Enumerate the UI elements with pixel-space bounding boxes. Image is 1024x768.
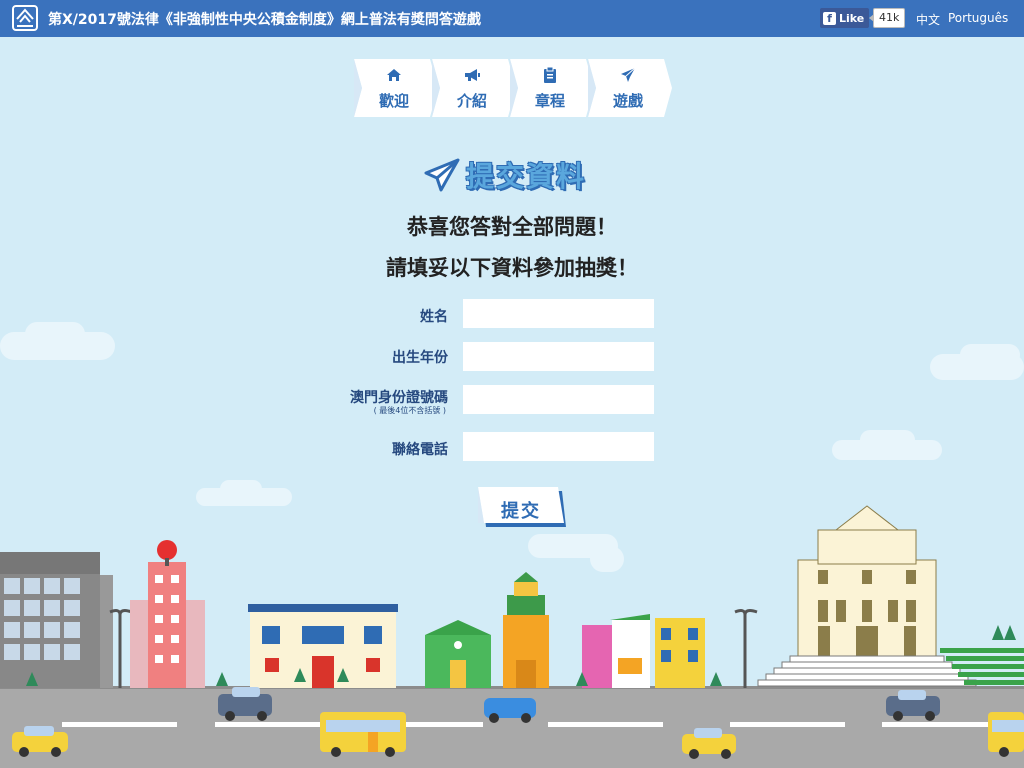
phone-label: 聯絡電話 bbox=[392, 442, 448, 458]
name-label: 姓名 bbox=[420, 309, 448, 325]
site-title: 第X/2017號法律《非強制性中央公積金制度》網上普法有獎問答遊戲 bbox=[48, 12, 481, 28]
cloud-decoration bbox=[930, 344, 1024, 380]
tab-game-label: 遊戲 bbox=[612, 92, 643, 110]
birth-year-label: 出生年份 bbox=[392, 350, 448, 366]
home-icon bbox=[387, 69, 401, 81]
main-nav: 歡迎 介紹 章程 遊戲 bbox=[354, 59, 672, 117]
name-input[interactable] bbox=[463, 299, 654, 328]
cloud-decoration bbox=[0, 322, 115, 360]
language-chinese-link[interactable]: 中文 bbox=[916, 11, 940, 28]
logo-icon[interactable] bbox=[12, 5, 38, 31]
tab-welcome[interactable]: 歡迎 bbox=[354, 59, 438, 117]
birth-year-input[interactable] bbox=[463, 342, 654, 371]
macau-id-input[interactable] bbox=[463, 385, 654, 414]
cityscape-illustration bbox=[0, 505, 1024, 768]
paper-plane-icon bbox=[424, 158, 460, 192]
tab-game[interactable]: 遊戲 bbox=[588, 59, 672, 117]
tab-intro-label: 介紹 bbox=[456, 92, 487, 110]
language-portuguese-link[interactable]: Português bbox=[948, 11, 1008, 25]
congrats-message: 恭喜您答對全部問題！ bbox=[407, 215, 617, 239]
form-title-row: 提交資料 bbox=[424, 155, 586, 195]
form-title: 提交資料 bbox=[466, 160, 587, 193]
cloud-decoration bbox=[832, 430, 942, 460]
phone-input[interactable] bbox=[463, 432, 654, 461]
header-bar: 第X/2017號法律《非強制性中央公積金制度》網上普法有獎問答遊戲 f Like… bbox=[0, 0, 1024, 37]
megaphone-icon bbox=[465, 69, 480, 81]
tab-welcome-label: 歡迎 bbox=[378, 92, 409, 110]
facebook-icon: f bbox=[823, 11, 836, 25]
instruction-message: 請填妥以下資料參加抽獎！ bbox=[386, 256, 638, 280]
clipboard-icon bbox=[544, 66, 556, 83]
macau-id-label: 澳門身份證號碼 bbox=[350, 390, 448, 406]
tab-rules[interactable]: 章程 bbox=[510, 59, 594, 117]
facebook-like-count: 41k bbox=[868, 8, 906, 28]
macau-id-note: ( 最後4位不含括號 ) bbox=[373, 406, 446, 415]
paper-plane-icon bbox=[621, 67, 636, 82]
facebook-like-button[interactable]: f Like bbox=[820, 8, 870, 28]
facebook-like-label: Like bbox=[839, 11, 865, 25]
tab-rules-label: 章程 bbox=[534, 92, 565, 110]
tab-intro[interactable]: 介紹 bbox=[432, 59, 516, 117]
